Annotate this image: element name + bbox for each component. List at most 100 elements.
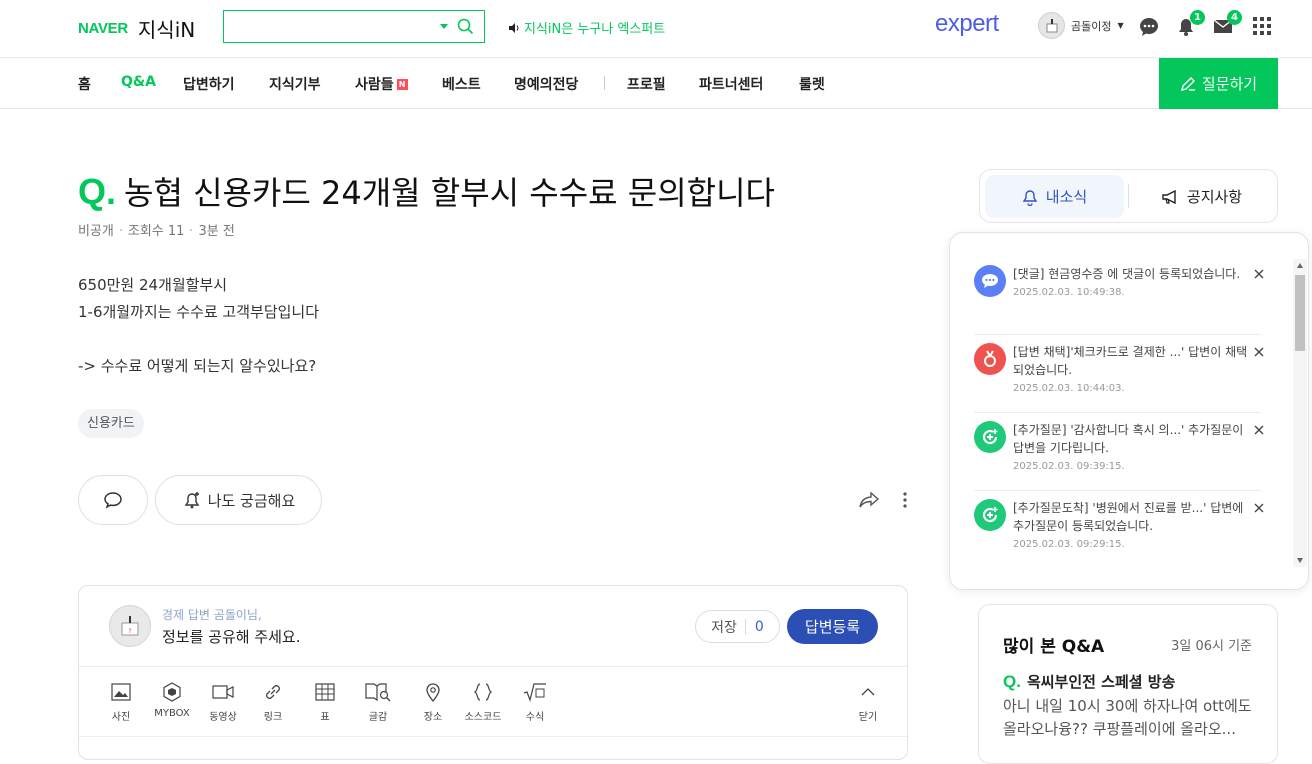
toolbar-label: 표 — [320, 712, 330, 723]
question-tag[interactable]: 신용카드 — [78, 409, 144, 438]
curious-button[interactable]: 나도 궁금해요 — [155, 475, 322, 525]
tab-my-news[interactable]: 내소식 — [985, 175, 1124, 218]
notification-time: 2025.02.03. 10:44:03. — [1013, 383, 1125, 394]
close-icon[interactable] — [1252, 345, 1266, 359]
close-icon[interactable] — [1252, 423, 1266, 437]
sqrt-icon — [523, 683, 546, 702]
toolbar-table[interactable]: 표 — [311, 681, 339, 723]
code-braces-icon — [473, 683, 493, 701]
popular-date: 3일 06시 기준 — [1171, 639, 1252, 654]
q-mark: Q. — [78, 171, 117, 212]
notification-item[interactable]: [추가질문도착] '병원에서 진료를 받...' 답변에 추가질문이 등록되었습… — [974, 491, 1264, 569]
register-answer-button[interactable]: 답변등록 — [787, 609, 878, 644]
question-title-text: 농협 신용카드 24개월 할부시 수수료 문의합니다 — [124, 174, 775, 212]
avatar-icon: ? — [121, 616, 139, 636]
toolbar-close[interactable]: 닫기 — [855, 681, 881, 723]
promo-text[interactable]: 지식iN은 누구나 엑스퍼트 — [524, 18, 665, 37]
tab-my-news-label: 내소식 — [1045, 188, 1088, 206]
save-draft-button[interactable]: 저장 0 — [695, 610, 780, 643]
megaphone-icon — [1162, 189, 1176, 204]
toolbar-formula[interactable]: 수식 — [521, 681, 549, 723]
talk-icon[interactable] — [1138, 15, 1160, 37]
scroll-up-icon[interactable] — [1297, 263, 1303, 268]
scroll-down-icon[interactable] — [1297, 558, 1303, 563]
bell-plus-icon — [184, 492, 200, 509]
comment-icon — [104, 492, 122, 509]
avatar-icon — [1046, 18, 1057, 32]
avatar[interactable] — [1038, 12, 1065, 39]
nav-best[interactable]: 베스트 — [442, 74, 481, 94]
question-body: 650만원 24개월할부시 1-6개월까지는 수수료 고객부담입니다 -> 수수… — [78, 272, 319, 380]
share-icon[interactable] — [858, 490, 880, 510]
nav-people[interactable]: 사람들 N — [355, 74, 408, 94]
logo[interactable]: NAVER 지식iN — [78, 14, 195, 43]
ask-question-button[interactable]: 질문하기 — [1159, 58, 1278, 109]
close-icon[interactable] — [1252, 267, 1266, 281]
toolbar-mybox[interactable]: MYBOX — [149, 681, 195, 719]
toolbar-material[interactable]: 글감 — [363, 681, 393, 723]
curious-label: 나도 궁금해요 — [207, 491, 296, 510]
comment-button[interactable] — [78, 475, 148, 525]
expert-logo[interactable]: expert — [935, 10, 999, 38]
toolbar-place[interactable]: 장소 — [419, 681, 447, 723]
nav-profile[interactable]: 프로필 — [627, 74, 666, 94]
user-menu[interactable]: 곰돌이정 ▼ — [1038, 12, 1124, 39]
question-time: 3분 전 — [198, 224, 235, 239]
nav-qna[interactable]: Q&A — [121, 74, 156, 90]
kin-logo[interactable]: 지식iN — [138, 14, 195, 43]
popular-question-title[interactable]: 옥씨부인전 스페셜 방송 — [1027, 671, 1175, 692]
table-icon — [315, 683, 335, 701]
answer-subtitle: 경제 답변 곰돌이님, — [162, 608, 262, 622]
nav-partner-center[interactable]: 파트너센터 — [699, 74, 763, 94]
popular-excerpt[interactable]: 아니 내일 10시 30에 하자나여 ott에도 올라오나융?? 쿠팡플레이에 … — [1003, 695, 1255, 741]
mail-button[interactable]: 4 — [1212, 10, 1242, 37]
ask-question-label: 질문하기 — [1201, 75, 1258, 93]
close-icon[interactable] — [1252, 501, 1266, 515]
search-input[interactable] — [223, 10, 485, 43]
notification-item[interactable]: [추가질문] '감사합니다 혹시 의...' 추가질문이 답변을 기다립니다. 2… — [974, 413, 1264, 491]
scrollbar-thumb[interactable] — [1295, 275, 1305, 351]
chevron-down-icon[interactable]: ▼ — [1117, 21, 1123, 30]
nav-home[interactable]: 홈 — [78, 74, 91, 94]
nav-answer[interactable]: 답변하기 — [183, 74, 235, 94]
toolbar-video[interactable]: 동영상 — [205, 681, 241, 723]
notification-item[interactable]: [답변 채택]'체크카드로 결제한 ...' 답변이 채택되었습니다. 2025.… — [974, 335, 1264, 413]
book-search-icon — [365, 683, 391, 702]
grid-menu-icon[interactable] — [1251, 15, 1273, 37]
new-badge: N — [396, 79, 408, 90]
question-body-line: -> 수수료 어떻게 되는지 알수있나요? — [78, 357, 317, 375]
answer-editor: ? 경제 답변 곰돌이님, 정보를 공유해 주세요. 저장 0 답변등록 사진 … — [78, 585, 908, 760]
question-author: 비공개 — [78, 224, 114, 239]
popular-excerpt-line: 올라오나융?? 쿠팡플레이에 올라오... — [1003, 720, 1236, 738]
nav-roulette[interactable]: 룰렛 — [799, 74, 825, 94]
nav-hall-of-fame[interactable]: 명예의전당 — [514, 74, 578, 94]
toolbar-label: 링크 — [263, 712, 283, 723]
alarm-button[interactable]: 1 — [1175, 10, 1205, 37]
mail-badge: 4 — [1227, 10, 1242, 25]
toolbar-link[interactable]: 링크 — [259, 681, 287, 723]
notification-scrollbar[interactable] — [1293, 259, 1307, 567]
svg-text:?: ? — [128, 628, 131, 635]
nav-donate[interactable]: 지식기부 — [269, 74, 321, 94]
box-icon — [163, 682, 181, 702]
tab-notice[interactable]: 공지사항 — [1130, 175, 1273, 218]
notification-text: [답변 채택]'체크카드로 결제한 ...' 답변이 채택되었습니다. — [1013, 345, 1248, 377]
link-icon — [266, 685, 280, 699]
user-name[interactable]: 곰돌이정 — [1071, 18, 1111, 34]
search-icon[interactable] — [457, 18, 474, 35]
naver-logo[interactable]: NAVER — [78, 20, 128, 37]
notification-item[interactable]: [댓글] 현금영수증 에 댓글이 등록되었습니다. 2025.02.03. 10:… — [974, 257, 1264, 335]
notification-text: [추가질문] '감사합니다 혹시 의...' 추가질문이 답변을 기다립니다. — [1013, 423, 1244, 455]
bell-icon — [1022, 189, 1038, 206]
notification-time: 2025.02.03. 09:39:15. — [1013, 461, 1125, 472]
toolbar-photo[interactable]: 사진 — [107, 681, 135, 723]
notification-text: [댓글] 현금영수증 에 댓글이 등록되었습니다. — [1013, 267, 1241, 281]
toolbar-source-code[interactable]: 소스코드 — [461, 681, 505, 723]
chevron-down-icon[interactable] — [440, 24, 448, 29]
expert-promo-link[interactable]: 지식iN은 누구나 엑스퍼트 — [508, 18, 665, 37]
nav-people-label: 사람들 — [355, 77, 394, 93]
comment-icon — [974, 265, 1006, 297]
photo-icon — [111, 683, 131, 701]
more-icon[interactable] — [900, 490, 910, 510]
popular-question[interactable]: Q. 옥씨부인전 스페셜 방송 — [1003, 671, 1175, 692]
